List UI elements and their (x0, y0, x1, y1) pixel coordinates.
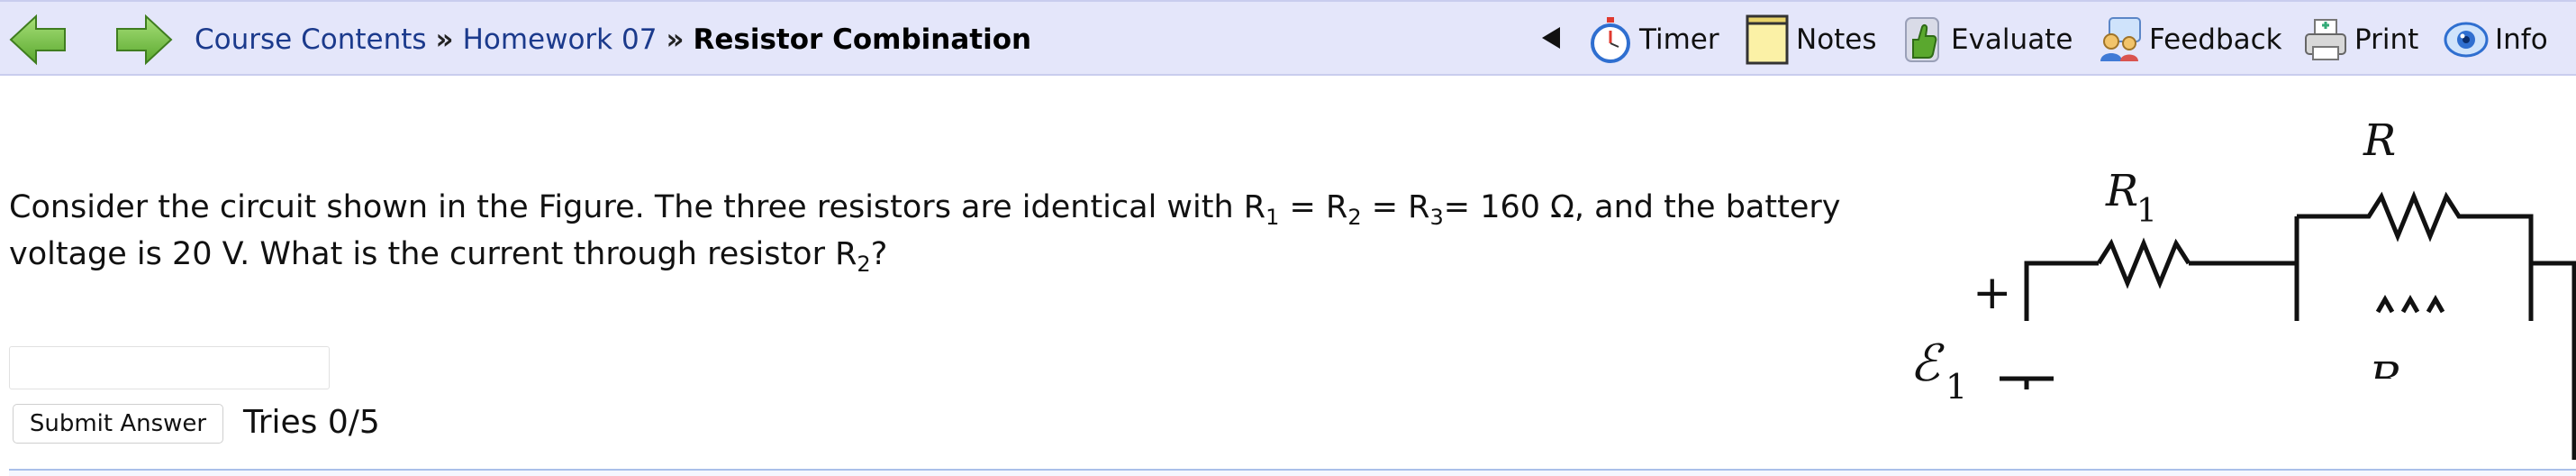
feedback-people-icon (2097, 14, 2144, 65)
circuit-wire (2531, 261, 2576, 460)
breadcrumb-separator: » (666, 23, 685, 56)
resistor-r1-subscript: 1 (2136, 193, 2157, 230)
question-text-part: = R (1279, 189, 1348, 225)
timer-button[interactable]: Timer (1587, 13, 1719, 67)
question-text-part: ? (870, 236, 888, 272)
print-label: Print (2354, 23, 2419, 56)
emf-subscript: 1 (1946, 367, 1967, 407)
question-text-part: = R (1361, 189, 1430, 225)
printer-icon (2302, 14, 2349, 65)
breadcrumb-current-page: Resistor Combination (693, 23, 1032, 56)
answer-input[interactable] (9, 346, 330, 389)
navigation-bar: Course Contents» Homework 07» Resistor Com… (0, 0, 2576, 76)
question-text-part: Consider the circuit shown in the Figure… (9, 189, 1266, 225)
circuit-figure: R R 1 + ℰ 1 R (1909, 115, 2576, 460)
resistor-r1-label: R (2105, 166, 2138, 216)
subscript: 2 (857, 252, 871, 277)
collapse-toolbar-icon[interactable] (1542, 27, 1560, 49)
back-arrow-icon[interactable] (9, 13, 68, 67)
question-text: Consider the circuit shown in the Figure… (9, 184, 1846, 278)
breadcrumb-separator: » (435, 23, 454, 56)
submit-answer-button[interactable]: Submit Answer (13, 404, 223, 444)
breadcrumb: Course Contents» Homework 07» Resistor Com… (195, 23, 1031, 57)
feedback-button[interactable]: Feedback (2097, 13, 2282, 67)
feedback-label: Feedback (2149, 23, 2282, 56)
subscript: 1 (1265, 205, 1280, 230)
emf-label: ℰ (1909, 334, 1945, 393)
subscript: 3 (1429, 205, 1444, 230)
battery-plus-label: + (1973, 266, 2012, 320)
print-button[interactable]: Print (2302, 13, 2418, 67)
timer-label: Timer (1639, 23, 1719, 56)
resistor-r1-symbol (2096, 237, 2191, 289)
stopwatch-icon (1587, 14, 1634, 65)
breadcrumb-course-contents[interactable]: Course Contents (195, 23, 427, 56)
section-divider (9, 469, 2576, 476)
notes-label: Notes (1796, 23, 1877, 56)
notes-button[interactable]: Notes (1744, 13, 1877, 67)
thumbs-up-icon (1899, 14, 1946, 65)
subscript: 2 (1347, 205, 1362, 230)
info-button[interactable]: Info (2443, 13, 2548, 67)
forward-arrow-icon[interactable] (113, 13, 173, 67)
breadcrumb-homework[interactable]: Homework 07 (463, 23, 658, 56)
tries-counter: Tries 0/5 (243, 404, 380, 441)
evaluate-label: Evaluate (1951, 23, 2073, 56)
notepad-icon (1744, 14, 1791, 65)
info-eye-icon (2443, 14, 2490, 65)
info-label: Info (2495, 23, 2548, 56)
circuit-wire (2024, 261, 2099, 321)
resistor-r3-symbol (2375, 294, 2445, 314)
evaluate-button[interactable]: Evaluate (1899, 13, 2073, 67)
